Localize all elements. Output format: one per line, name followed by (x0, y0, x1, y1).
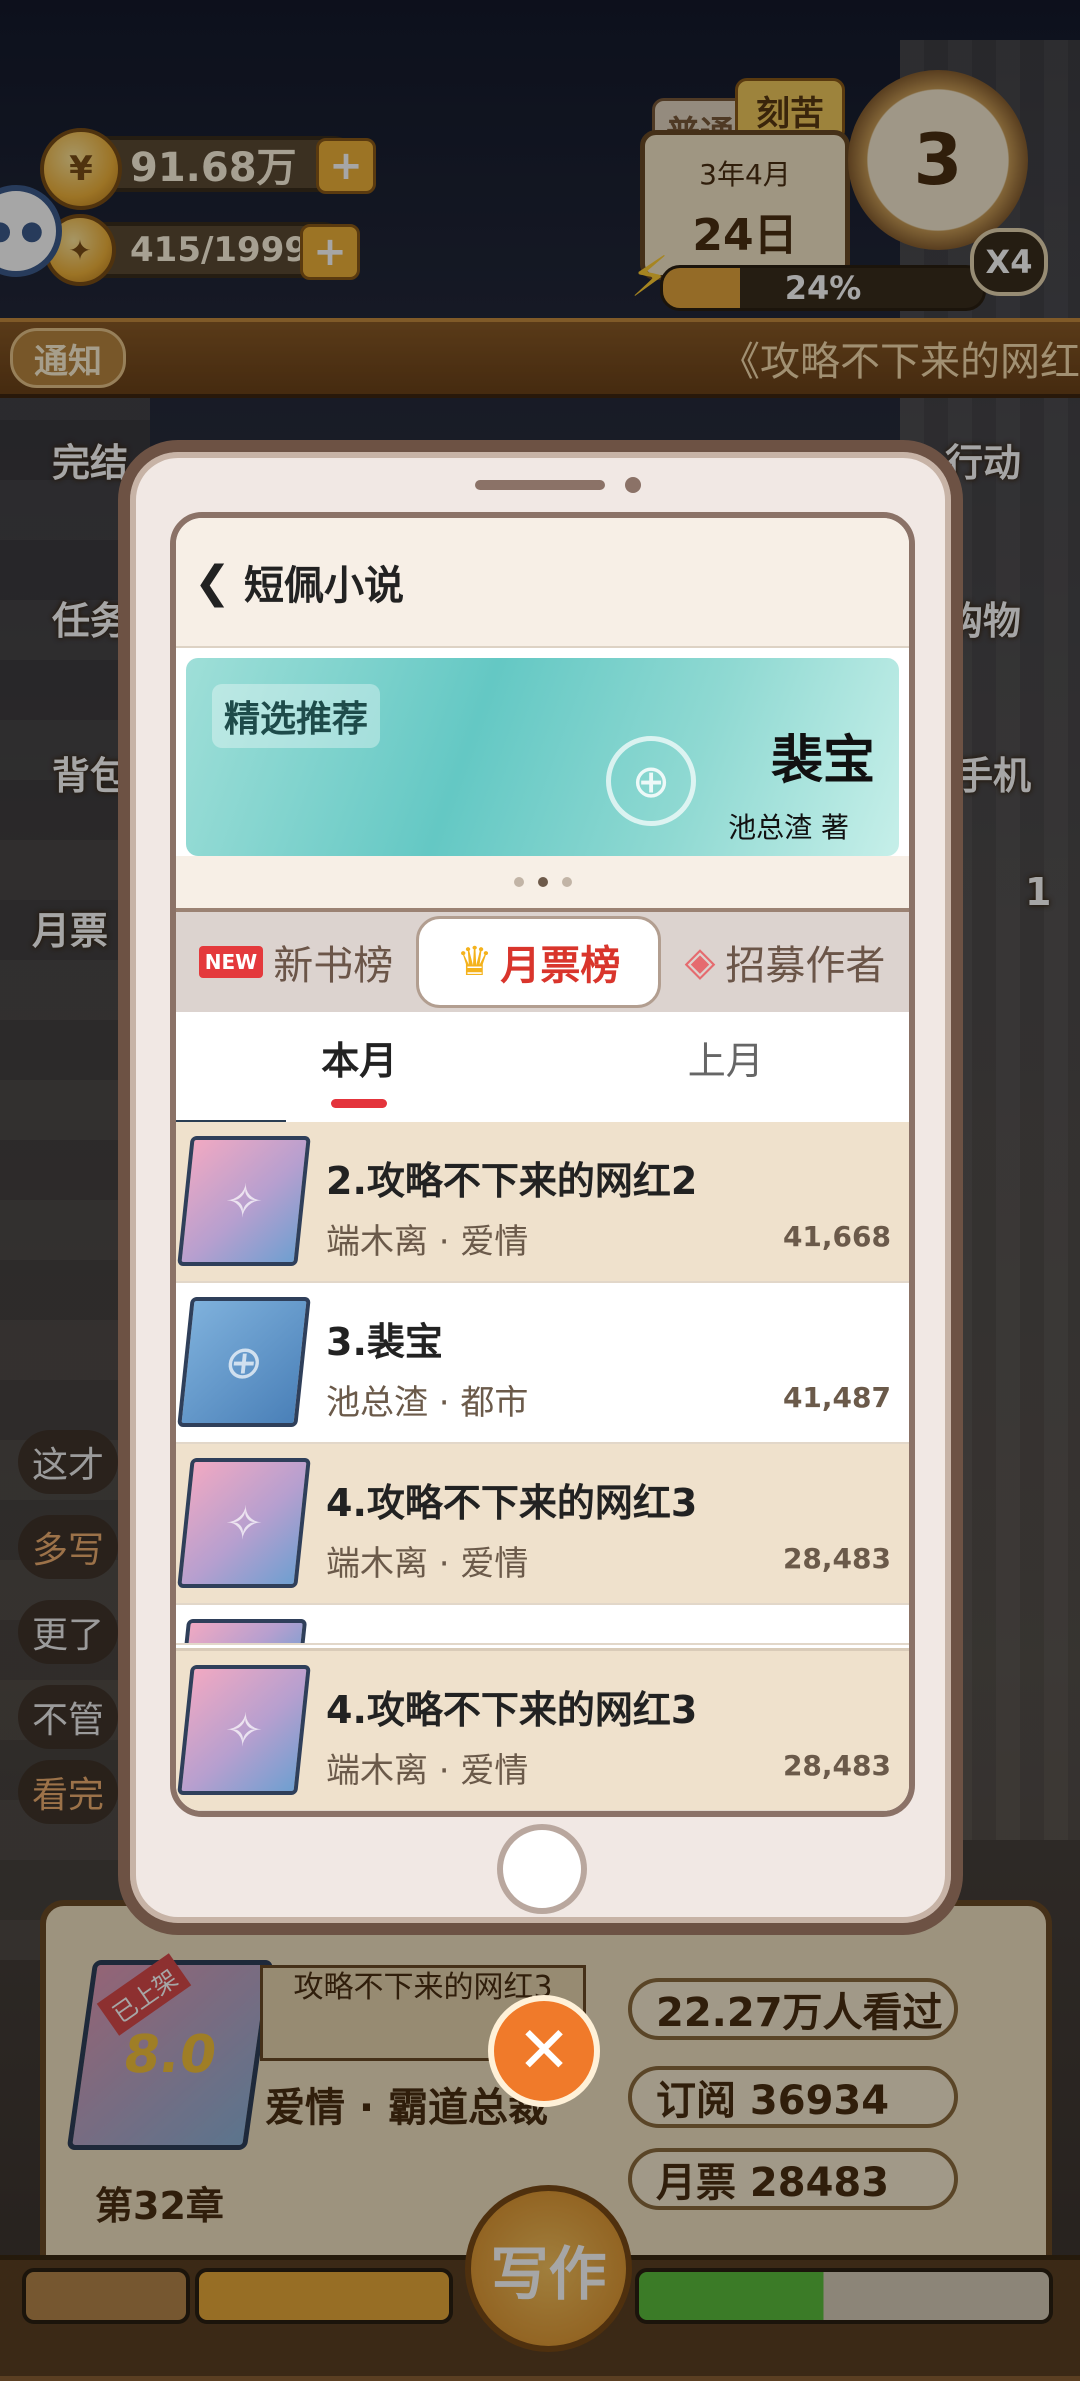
tab-label: 本月 (321, 1039, 398, 1083)
ranking-tabs: NEW 新书榜 ♛ 月票榜 ◈ 招募作者 (176, 908, 909, 1012)
tab-last-month[interactable]: 上月 (543, 1012, 910, 1130)
book-title: 4.攻略不下来的网红3 (326, 1481, 698, 1525)
banner-author: 池总渣 著 (728, 811, 849, 844)
pagination-dot[interactable] (561, 877, 572, 887)
close-icon[interactable]: ✕ (488, 1995, 600, 2107)
book-meta: 端木离 · 爱情 (326, 1544, 529, 1584)
phone-home-button[interactable] (497, 1824, 587, 1914)
banner-tag: 精选推荐 (212, 684, 381, 748)
list-item[interactable]: ✧ 4.攻略不下来的网红3 端木离 · 爱情 28,483 (176, 1444, 909, 1605)
new-badge: NEW (198, 946, 264, 978)
phone-modal: ❮ 短佩小说 精选推荐 ⊕ 裴宝 池总渣 著 NEW 新书榜 ♛ 月票榜 ◈ 招… (118, 440, 963, 1935)
list-item-partial[interactable] (176, 1605, 909, 1645)
ticket-count: 41,487 (782, 1381, 891, 1414)
list-item[interactable]: ⊕ 3.裴宝 池总渣 · 都市 41,487 (176, 1283, 909, 1444)
book-cover: ✧ (177, 1458, 311, 1588)
crown-icon: ♛ (456, 939, 493, 985)
ticket-count: 41,668 (782, 1220, 891, 1253)
banner-pagination (176, 856, 909, 908)
book-title: 3.裴宝 (326, 1320, 443, 1364)
active-tab-indicator (331, 1099, 388, 1108)
phone-camera (625, 477, 641, 493)
book-cover: ✧ (177, 1136, 311, 1266)
pagination-dot-active[interactable] (537, 877, 548, 887)
featured-banner[interactable]: 精选推荐 ⊕ 裴宝 池总渣 著 (186, 658, 899, 856)
scp-logo-icon: ⊕ (606, 736, 696, 826)
book-cover: ✧ (177, 1665, 311, 1795)
tab-new-books[interactable]: NEW 新书榜 (176, 916, 416, 1008)
app-header: ❮ 短佩小说 (176, 518, 909, 648)
phone-speaker (475, 480, 605, 490)
book-title: 4.攻略不下来的网红3 (326, 1688, 698, 1732)
book-meta: 端木离 · 爱情 (326, 1751, 529, 1791)
book-cover (180, 1619, 308, 1643)
banner-book-title: 裴宝 (770, 731, 875, 791)
my-book-sticky-row[interactable]: ✧ 4.攻略不下来的网红3 端木离 · 爱情 28,483 (176, 1648, 909, 1811)
pagination-dot[interactable] (513, 877, 524, 887)
page-title: 短佩小说 (244, 563, 404, 609)
book-meta: 池总渣 · 都市 (326, 1383, 529, 1423)
ticket-count: 28,483 (782, 1749, 891, 1782)
ticket-count: 28,483 (782, 1542, 891, 1575)
tab-label: 招募作者 (725, 943, 886, 989)
ranking-list[interactable]: ✧ 2.攻略不下来的网红2 端木离 · 爱情 41,668 ⊕ 3.裴宝 池总渣… (176, 1122, 909, 1645)
month-tabs: 本月 上月 (176, 1012, 909, 1130)
handshake-icon: ◈ (684, 939, 716, 985)
tab-label: 上月 (687, 1039, 764, 1083)
tab-monthly-tickets[interactable]: ♛ 月票榜 (416, 916, 661, 1008)
tab-recruit-authors[interactable]: ◈ 招募作者 (661, 916, 909, 1008)
list-item[interactable]: ✧ 2.攻略不下来的网红2 端木离 · 爱情 41,668 (176, 1122, 909, 1283)
tab-label: 月票榜 (500, 943, 621, 989)
phone-screen: ❮ 短佩小说 精选推荐 ⊕ 裴宝 池总渣 著 NEW 新书榜 ♛ 月票榜 ◈ 招… (170, 512, 915, 1817)
book-meta: 端木离 · 爱情 (326, 1222, 529, 1262)
tab-label: 新书榜 (273, 943, 394, 989)
chevron-left-icon[interactable]: ❮ (194, 557, 244, 608)
book-cover: ⊕ (177, 1297, 311, 1427)
tab-this-month[interactable]: 本月 (176, 1012, 543, 1130)
book-title: 2.攻略不下来的网红2 (326, 1159, 698, 1203)
